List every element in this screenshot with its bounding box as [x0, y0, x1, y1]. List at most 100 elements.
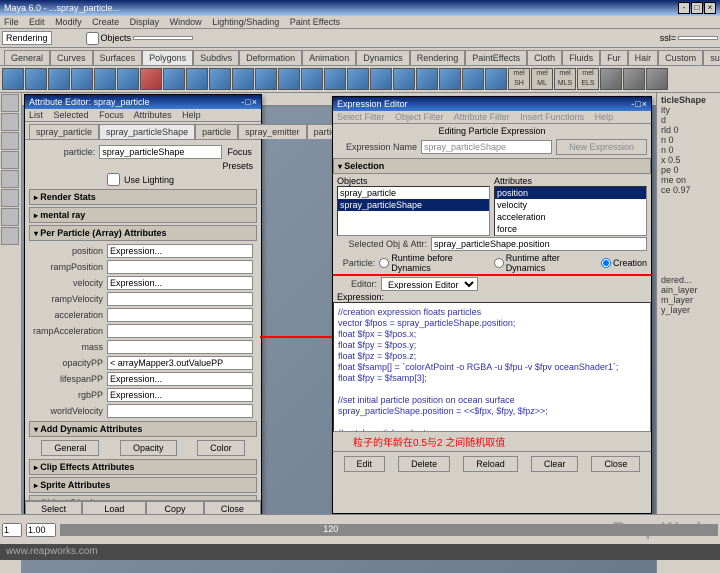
attr-close-icon[interactable]: × — [252, 97, 257, 107]
attr-menu-attributes[interactable]: Attributes — [134, 110, 172, 120]
shelf-icon[interactable] — [117, 68, 139, 90]
focus-button[interactable]: Focus — [226, 147, 253, 157]
shelf-icon[interactable] — [347, 68, 369, 90]
attr-row-field[interactable] — [107, 340, 253, 354]
reload-button[interactable]: Reload — [463, 456, 518, 472]
attributes-list[interactable]: position velocity acceleration force inp… — [494, 186, 647, 236]
mel-icon[interactable]: mel SH — [508, 68, 530, 90]
tool-icon[interactable] — [1, 208, 19, 226]
attr-max-icon[interactable]: □ — [245, 97, 250, 107]
expname-field[interactable] — [421, 140, 552, 154]
shelf-tab-curves[interactable]: Curves — [50, 50, 93, 65]
attr-tab[interactable]: spray_particleShape — [99, 124, 195, 139]
attr-menu-focus[interactable]: Focus — [99, 110, 124, 120]
list-item[interactable]: force — [495, 223, 646, 235]
mel-icon[interactable]: mel MLS — [554, 68, 576, 90]
expr-menu[interactable]: Object Filter — [395, 112, 444, 122]
runtime-before-radio[interactable] — [379, 258, 389, 268]
new-expression-button[interactable]: New Expression — [556, 139, 647, 155]
list-item[interactable]: spray_particle — [338, 187, 489, 199]
layer-item[interactable]: dered... — [659, 275, 718, 285]
ssl-field[interactable] — [678, 36, 718, 40]
shelf-tab-deformation[interactable]: Deformation — [239, 50, 302, 65]
shelf-icon[interactable] — [416, 68, 438, 90]
shelf-tab-fluids[interactable]: Fluids — [562, 50, 600, 65]
shelf-icon[interactable] — [94, 68, 116, 90]
tool-icon[interactable] — [1, 113, 19, 131]
shelf-tab-sun[interactable]: sun — [703, 50, 720, 65]
creation-radio[interactable] — [601, 258, 611, 268]
attr-row-field[interactable] — [107, 356, 253, 370]
list-item[interactable]: position — [495, 187, 646, 199]
attr-tab[interactable]: spray_particle — [29, 124, 99, 139]
shelf-tab-dynamics[interactable]: Dynamics — [356, 50, 410, 65]
shelf-icon[interactable] — [439, 68, 461, 90]
objects-checkbox[interactable] — [86, 32, 99, 45]
section-sprite[interactable]: Sprite Attributes — [29, 477, 257, 493]
shelf-icon[interactable] — [71, 68, 93, 90]
objects-field[interactable] — [133, 36, 193, 40]
editor-dropdown[interactable]: Expression Editor — [381, 277, 478, 291]
selection-section[interactable]: Selection — [333, 158, 651, 174]
shelf-icon[interactable] — [209, 68, 231, 90]
attr-menu-selected[interactable]: Selected — [54, 110, 89, 120]
color-button[interactable]: Color — [197, 440, 245, 456]
section-clip-effects[interactable]: Clip Effects Attributes — [29, 459, 257, 475]
selobj-field[interactable] — [431, 237, 647, 251]
section-mental-ray[interactable]: mental ray — [29, 207, 257, 223]
maximize-button[interactable]: □ — [691, 2, 703, 14]
menu-create[interactable]: Create — [92, 17, 119, 27]
shelf-icon[interactable] — [462, 68, 484, 90]
presets-button[interactable]: Presets — [222, 161, 253, 171]
expr-menu[interactable]: Insert Functions — [520, 112, 584, 122]
attr-menu-help[interactable]: Help — [182, 110, 201, 120]
current-time-field[interactable] — [26, 523, 56, 537]
runtime-after-radio[interactable] — [494, 258, 504, 268]
list-item[interactable]: velocity — [495, 199, 646, 211]
tool-icon[interactable] — [1, 132, 19, 150]
channel-item[interactable]: pe 0 — [659, 165, 718, 175]
opacity-button[interactable]: Opacity — [120, 440, 177, 456]
channel-item[interactable]: me on — [659, 175, 718, 185]
list-item[interactable]: acceleration — [495, 211, 646, 223]
channel-item[interactable]: rld 0 — [659, 125, 718, 135]
section-per-particle[interactable]: Per Particle (Array) Attributes — [29, 225, 257, 241]
general-button[interactable]: General — [41, 440, 99, 456]
attr-row-field[interactable] — [107, 292, 253, 306]
attr-row-field[interactable] — [107, 260, 253, 274]
shelf-tab-polygons[interactable]: Polygons — [142, 50, 193, 65]
shelf-icon[interactable] — [623, 68, 645, 90]
section-render-stats[interactable]: Render Stats — [29, 189, 257, 205]
range-start-field[interactable] — [2, 523, 22, 537]
shelf-icon[interactable] — [301, 68, 323, 90]
expr-close-icon[interactable]: × — [642, 99, 647, 109]
attr-tab[interactable]: spray_emitter — [238, 124, 307, 139]
attr-menu-list[interactable]: List — [29, 110, 43, 120]
menu-window[interactable]: Window — [170, 17, 202, 27]
menu-lighting[interactable]: Lighting/Shading — [212, 17, 279, 27]
shelf-icon[interactable] — [485, 68, 507, 90]
shelf-tab-painteffects[interactable]: PaintEffects — [465, 50, 527, 65]
menu-file[interactable]: File — [4, 17, 19, 27]
menu-edit[interactable]: Edit — [29, 17, 45, 27]
shelf-icon[interactable] — [600, 68, 622, 90]
particle-name-field[interactable] — [99, 145, 222, 159]
mel-icon[interactable]: mel ELS — [577, 68, 599, 90]
shelf-tab-animation[interactable]: Animation — [302, 50, 356, 65]
expr-max-icon[interactable]: □ — [635, 99, 640, 109]
use-lighting-checkbox[interactable] — [107, 173, 120, 186]
channel-item[interactable]: n 0 — [659, 135, 718, 145]
section-add-dynamic[interactable]: Add Dynamic Attributes — [29, 421, 257, 437]
shelf-tab-general[interactable]: General — [4, 50, 50, 65]
close-button[interactable]: Close — [591, 456, 640, 472]
channel-item[interactable]: n 0 — [659, 145, 718, 155]
expr-menu[interactable]: Select Filter — [337, 112, 385, 122]
attr-row-field[interactable] — [107, 308, 253, 322]
shelf-icon[interactable] — [370, 68, 392, 90]
minimize-button[interactable]: - — [678, 2, 690, 14]
tool-icon[interactable] — [1, 189, 19, 207]
attr-row-field[interactable] — [107, 244, 253, 258]
tool-icon[interactable] — [1, 227, 19, 245]
attr-row-field[interactable] — [107, 324, 253, 338]
shelf-icon[interactable] — [646, 68, 668, 90]
